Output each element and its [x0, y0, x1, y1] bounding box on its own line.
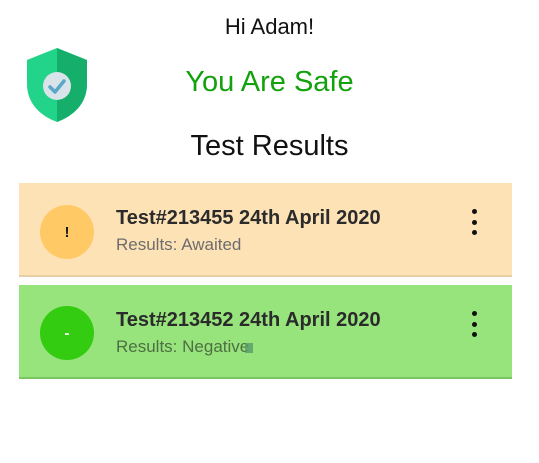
more-vertical-icon[interactable]: [468, 209, 480, 235]
test-result-card[interactable]: ! Test#213455 24th April 2020 Results: A…: [19, 183, 512, 277]
test-title: Test#213452 24th April 2020: [116, 309, 381, 331]
test-results-heading: Test Results: [190, 130, 349, 162]
more-vertical-icon[interactable]: [468, 311, 480, 337]
text-cursor-icon: [245, 343, 254, 353]
safety-status-text: You Are Safe: [185, 66, 354, 98]
status-indicator: -: [40, 306, 94, 360]
test-result-status-text: Results: Negative: [116, 337, 250, 356]
status-indicator: !: [40, 205, 94, 259]
greeting-text: Hi Adam!: [224, 14, 315, 39]
test-result-status: Results: Awaited: [116, 235, 242, 254]
test-title: Test#213455 24th April 2020: [116, 207, 381, 229]
test-result-card[interactable]: - Test#213452 24th April 2020 Results: N…: [19, 285, 512, 379]
test-result-status: Results: Negative: [116, 337, 254, 357]
